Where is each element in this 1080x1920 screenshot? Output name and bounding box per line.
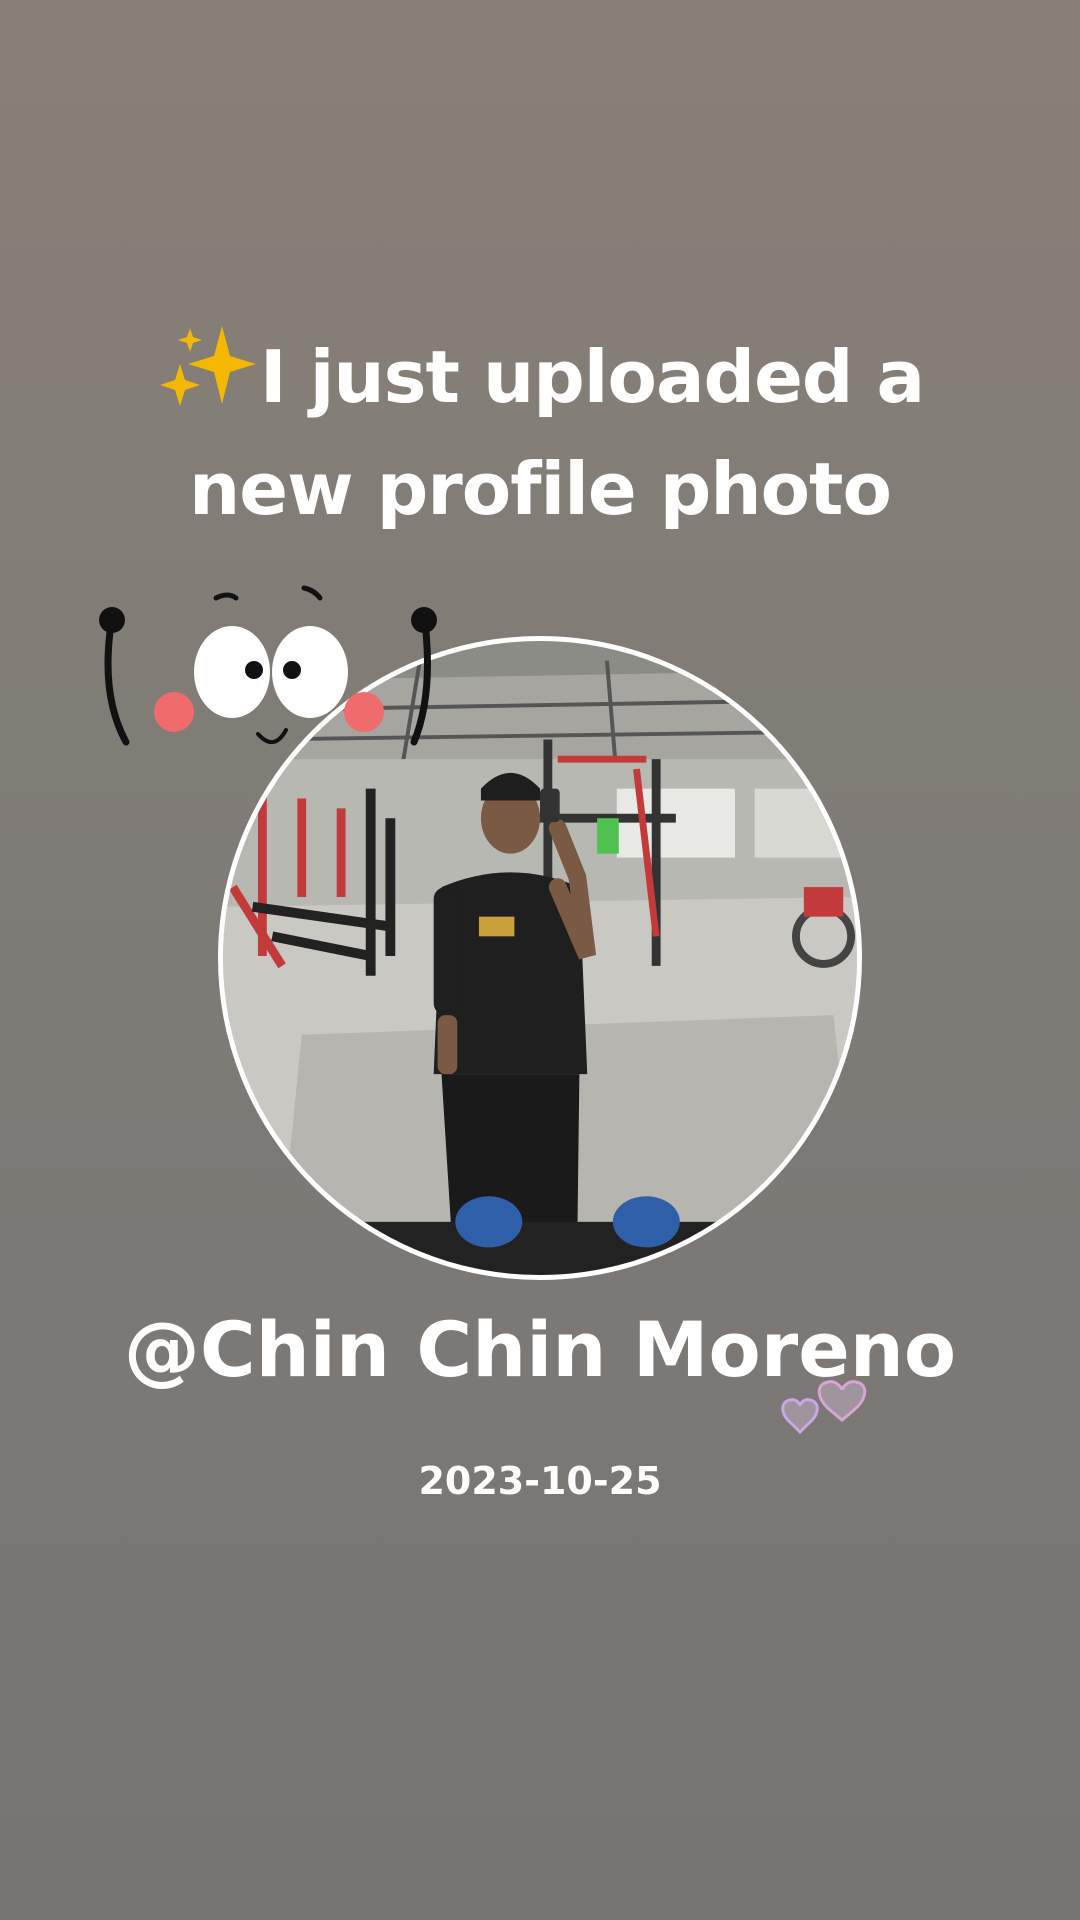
headline-line-1: I just uploaded a: [0, 320, 1080, 433]
sparkles-icon: [156, 320, 260, 410]
cute-face-sticker: [88, 578, 448, 768]
hearts-icon: [772, 1380, 868, 1452]
headline: I just uploaded a new profile photo: [0, 320, 1080, 545]
headline-line-2: new profile photo: [189, 447, 892, 531]
username[interactable]: @Chin Chin Moreno: [0, 1300, 1080, 1400]
headline-text-1: I just uploaded a: [259, 335, 925, 419]
date-label: 2023-10-25: [418, 1459, 662, 1503]
